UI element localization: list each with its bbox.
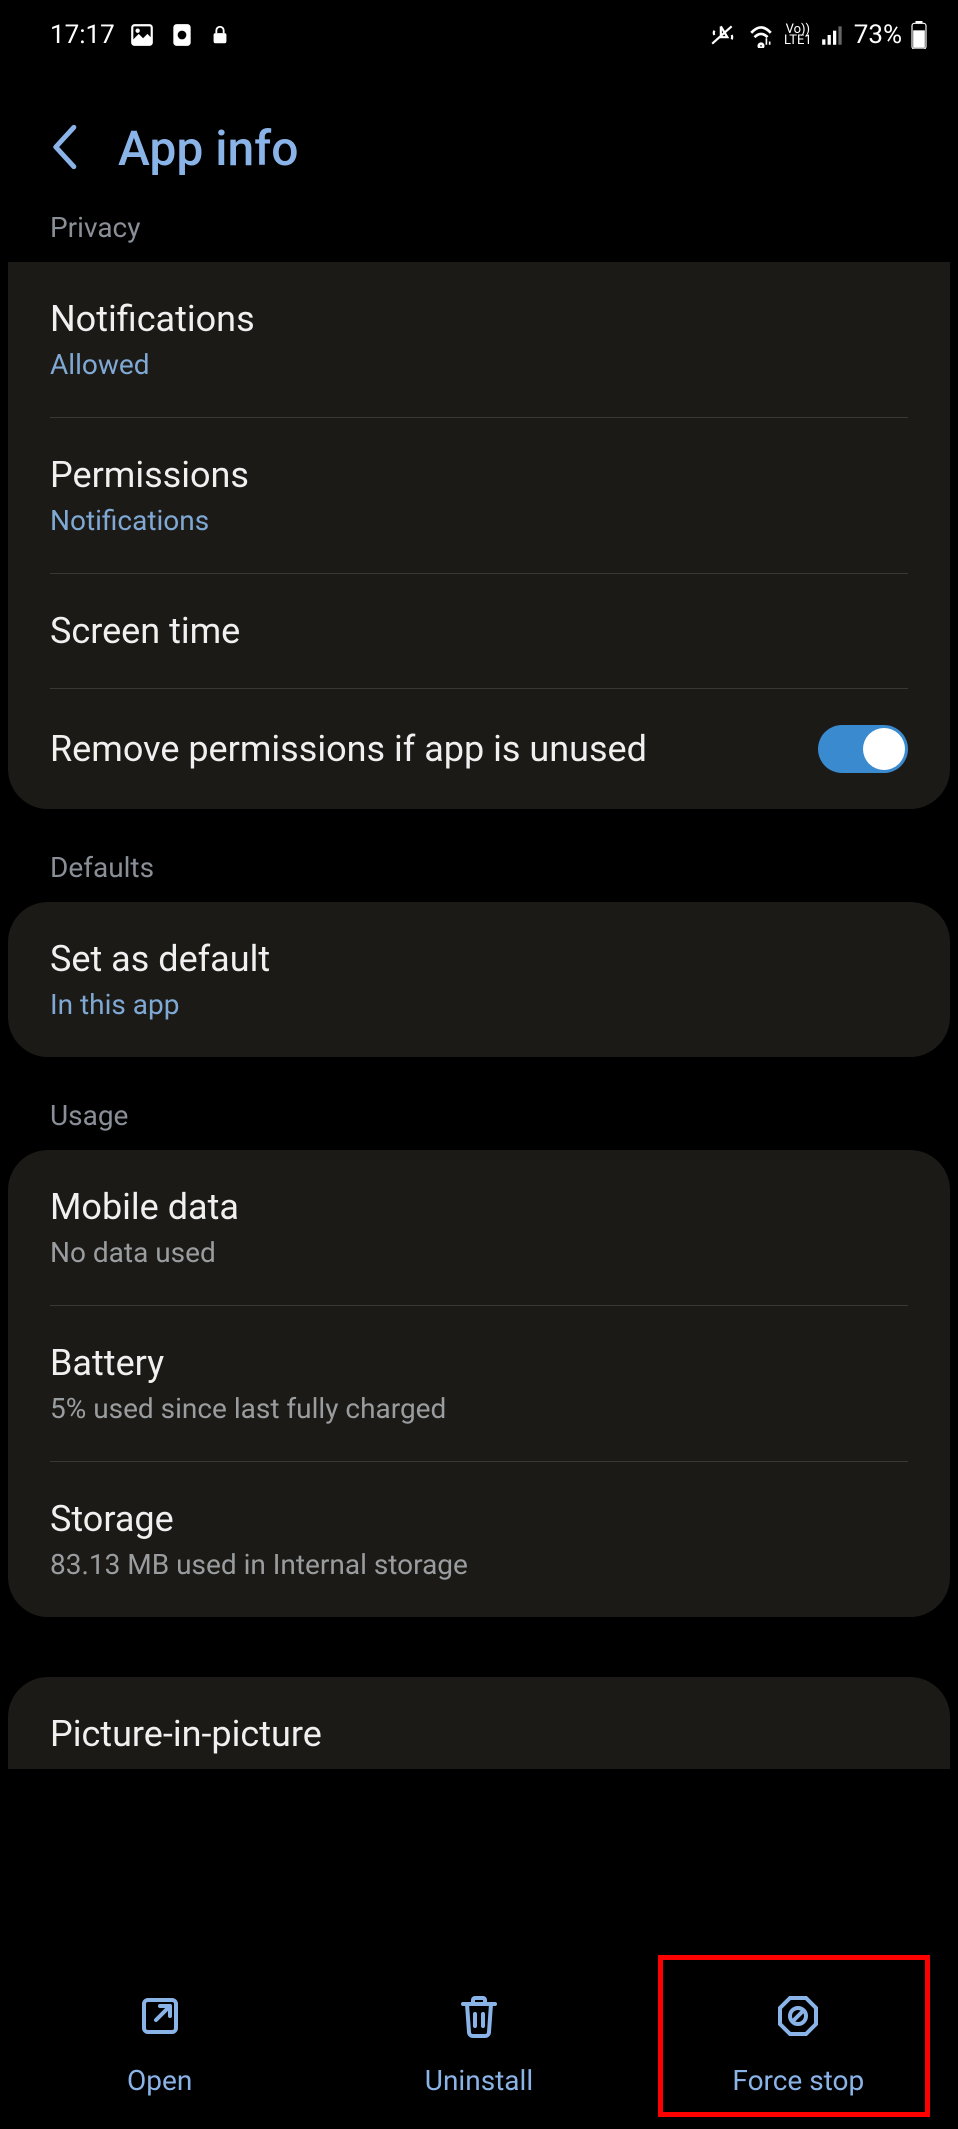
wifi-icon bbox=[746, 22, 776, 48]
mobile-data-row[interactable]: Mobile data No data used bbox=[8, 1150, 950, 1305]
uninstall-button[interactable]: Uninstall bbox=[319, 1992, 638, 2097]
open-label: Open bbox=[127, 2064, 192, 2097]
toggle-knob bbox=[863, 728, 905, 770]
battery-title: Battery bbox=[50, 1342, 908, 1384]
screentime-title: Screen time bbox=[50, 610, 908, 652]
defaults-card: Set as default In this app bbox=[8, 902, 950, 1057]
status-right: Vo)) LTE1 73% bbox=[708, 20, 928, 50]
privacy-card: Notifications Allowed Permissions Notifi… bbox=[8, 262, 950, 809]
remove-permissions-toggle[interactable] bbox=[818, 725, 908, 773]
privacy-heading: Privacy bbox=[0, 207, 958, 262]
force-stop-button[interactable]: Force stop bbox=[639, 1992, 958, 2097]
header: App info bbox=[0, 70, 958, 207]
set-default-title: Set as default bbox=[50, 938, 908, 980]
remove-permissions-row[interactable]: Remove permissions if app is unused bbox=[8, 689, 950, 809]
status-time: 17:17 bbox=[50, 20, 115, 50]
battery-subtitle: 5% used since last fully charged bbox=[50, 1392, 908, 1425]
set-default-row[interactable]: Set as default In this app bbox=[8, 902, 950, 1057]
page-title: App info bbox=[118, 120, 298, 177]
mobile-data-subtitle: No data used bbox=[50, 1236, 908, 1269]
app-status-icon bbox=[169, 22, 195, 48]
usage-card: Mobile data No data used Battery 5% used… bbox=[8, 1150, 950, 1617]
notifications-row[interactable]: Notifications Allowed bbox=[8, 262, 950, 417]
pip-card: Picture-in-picture bbox=[8, 1677, 950, 1769]
permissions-subtitle: Notifications bbox=[50, 504, 908, 537]
pip-title: Picture-in-picture bbox=[50, 1713, 908, 1755]
notifications-title: Notifications bbox=[50, 298, 908, 340]
usage-heading: Usage bbox=[0, 1087, 958, 1150]
storage-title: Storage bbox=[50, 1498, 908, 1540]
screentime-row[interactable]: Screen time bbox=[8, 574, 950, 688]
signal-icon bbox=[820, 22, 846, 48]
bottom-nav: Open Uninstall Force stop bbox=[0, 1959, 958, 2129]
force-stop-label: Force stop bbox=[732, 2064, 864, 2097]
remove-permissions-title: Remove permissions if app is unused bbox=[50, 728, 647, 770]
picture-icon bbox=[129, 22, 155, 48]
vibrate-icon bbox=[708, 22, 738, 48]
storage-subtitle: 83.13 MB used in Internal storage bbox=[50, 1548, 908, 1581]
battery-percent: 73% bbox=[854, 20, 902, 50]
permissions-row[interactable]: Permissions Notifications bbox=[8, 418, 950, 573]
volte-indicator: Vo)) LTE1 bbox=[784, 24, 812, 46]
permissions-title: Permissions bbox=[50, 454, 908, 496]
mobile-data-title: Mobile data bbox=[50, 1186, 908, 1228]
status-left: 17:17 bbox=[50, 20, 231, 50]
set-default-subtitle: In this app bbox=[50, 988, 908, 1021]
battery-row[interactable]: Battery 5% used since last fully charged bbox=[8, 1306, 950, 1461]
pip-row[interactable]: Picture-in-picture bbox=[8, 1677, 950, 1769]
uninstall-label: Uninstall bbox=[425, 2064, 533, 2097]
trash-icon bbox=[455, 1992, 503, 2044]
defaults-heading: Defaults bbox=[0, 839, 958, 902]
battery-icon bbox=[910, 21, 928, 49]
stop-icon bbox=[774, 1992, 822, 2044]
open-icon bbox=[136, 1992, 184, 2044]
status-bar: 17:17 Vo)) LTE1 73% bbox=[0, 0, 958, 70]
lock-icon bbox=[209, 22, 231, 48]
back-button[interactable] bbox=[50, 124, 78, 174]
open-button[interactable]: Open bbox=[0, 1992, 319, 2097]
storage-row[interactable]: Storage 83.13 MB used in Internal storag… bbox=[8, 1462, 950, 1617]
notifications-subtitle: Allowed bbox=[50, 348, 908, 381]
